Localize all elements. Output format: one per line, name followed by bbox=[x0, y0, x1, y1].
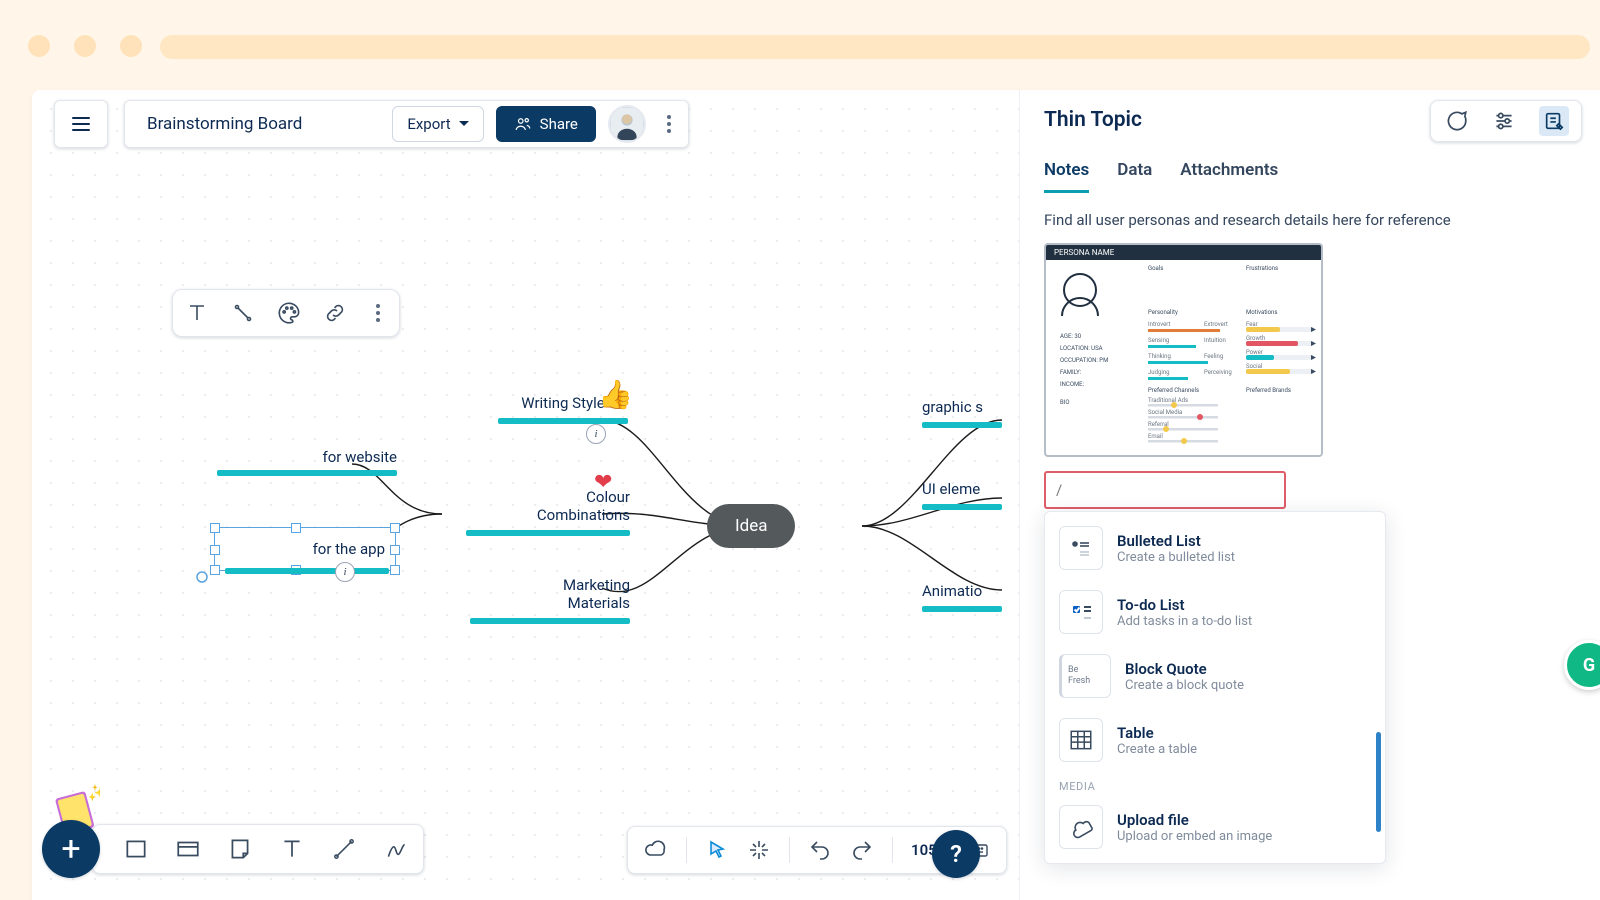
people-icon bbox=[514, 115, 532, 133]
filters-icon[interactable] bbox=[1491, 108, 1517, 134]
card-shape-icon[interactable] bbox=[175, 836, 201, 862]
svg-text:Sensing: Sensing bbox=[1148, 337, 1169, 344]
block-type-menu: Bulleted ListCreate a bulleted list To-d… bbox=[1044, 511, 1386, 864]
rectangle-shape-icon[interactable] bbox=[123, 836, 149, 862]
svg-text:Email: Email bbox=[1148, 433, 1163, 440]
user-avatar[interactable] bbox=[608, 105, 646, 143]
details-panel: Thin Topic Notes Data Attachments Find a… bbox=[1019, 90, 1600, 900]
svg-text:Frustrations: Frustrations bbox=[1246, 265, 1278, 272]
svg-text:Personality: Personality bbox=[1148, 309, 1178, 316]
note-shape-icon[interactable] bbox=[227, 836, 253, 862]
redo-icon[interactable] bbox=[850, 838, 874, 862]
svg-text:Growth: Growth bbox=[1246, 335, 1265, 342]
svg-text:OCCUPATION: PM: OCCUPATION: PM bbox=[1060, 357, 1108, 364]
menu-item-todo-list[interactable]: To-do ListAdd tasks in a to-do list bbox=[1045, 580, 1385, 644]
svg-text:Introvert: Introvert bbox=[1148, 321, 1170, 328]
svg-text:Thinking: Thinking bbox=[1148, 353, 1171, 360]
branch-graphic[interactable]: graphic s bbox=[922, 398, 1022, 428]
tab-attachments[interactable]: Attachments bbox=[1180, 160, 1278, 193]
share-button[interactable]: Share bbox=[496, 106, 596, 142]
rotate-handle-icon[interactable] bbox=[195, 570, 209, 584]
bulleted-list-icon bbox=[1059, 526, 1103, 570]
menu-item-bulleted-list[interactable]: Bulleted ListCreate a bulleted list bbox=[1045, 516, 1385, 580]
cloud-sync-icon[interactable] bbox=[644, 838, 668, 862]
svg-text:Preferred Channels: Preferred Channels bbox=[1148, 387, 1199, 394]
main-menu-button[interactable] bbox=[54, 100, 108, 148]
comments-icon[interactable] bbox=[1443, 108, 1469, 134]
svg-text:✨: ✨ bbox=[88, 784, 100, 804]
svg-text:Preferred Brands: Preferred Brands bbox=[1246, 387, 1291, 394]
subbranch-website[interactable]: for website bbox=[217, 448, 397, 476]
tab-notes[interactable]: Notes bbox=[1044, 160, 1089, 193]
svg-text:INCOME:: INCOME: bbox=[1060, 381, 1085, 388]
svg-text:Social Media: Social Media bbox=[1148, 409, 1182, 416]
menu-section-media: MEDIA bbox=[1045, 772, 1385, 795]
upload-file-icon bbox=[1059, 805, 1103, 849]
branch-ui-elements[interactable]: UI eleme bbox=[922, 480, 1022, 510]
branch-animation[interactable]: Animatio bbox=[922, 582, 1022, 612]
browser-traffic-lights bbox=[28, 35, 142, 57]
svg-text:Traditional Ads: Traditional Ads bbox=[1148, 397, 1188, 404]
branch-colour-combinations[interactable]: Colour Combinations bbox=[466, 488, 630, 536]
svg-text:Goals: Goals bbox=[1148, 265, 1163, 272]
notes-panel-icon[interactable] bbox=[1539, 106, 1569, 136]
svg-text:Judging: Judging bbox=[1148, 369, 1170, 376]
tab-data[interactable]: Data bbox=[1117, 160, 1152, 193]
panel-tabs: Notes Data Attachments bbox=[1020, 160, 1600, 193]
subbranch-app-selected[interactable]: for the app i bbox=[214, 527, 396, 571]
menu-scrollbar[interactable] bbox=[1376, 732, 1381, 832]
board-title[interactable]: Brainstorming Board bbox=[147, 114, 302, 134]
svg-text:LOCATION: USA: LOCATION: USA bbox=[1060, 345, 1103, 352]
svg-text:Fear: Fear bbox=[1246, 321, 1258, 328]
pointer-tool-icon[interactable] bbox=[705, 838, 729, 862]
add-button[interactable]: + bbox=[42, 820, 100, 878]
svg-text:AGE: 30: AGE: 30 bbox=[1060, 333, 1082, 340]
menu-item-block-quote[interactable]: Be Fresh Block QuoteCreate a block quote bbox=[1045, 644, 1385, 708]
svg-text:Social: Social bbox=[1246, 363, 1262, 370]
pan-tool-icon[interactable] bbox=[747, 838, 771, 862]
toolbar-more-button[interactable] bbox=[658, 115, 680, 133]
slash-command-input[interactable]: / bbox=[1044, 471, 1286, 509]
chevron-down-icon bbox=[459, 121, 469, 127]
todo-list-icon bbox=[1059, 590, 1103, 634]
branch-marketing-materials[interactable]: Marketing Materials bbox=[470, 576, 630, 624]
svg-text:Feeling: Feeling bbox=[1204, 353, 1223, 360]
insert-toolbar: + bbox=[42, 824, 424, 874]
svg-text:Perceiving: Perceiving bbox=[1204, 369, 1232, 376]
help-button[interactable]: ? bbox=[932, 830, 980, 878]
text-shape-icon[interactable] bbox=[279, 836, 305, 862]
undo-icon[interactable] bbox=[808, 838, 832, 862]
svg-text:Extrovert: Extrovert bbox=[1204, 321, 1228, 328]
menu-item-table[interactable]: TableCreate a table bbox=[1045, 708, 1385, 772]
center-node[interactable]: Idea bbox=[707, 504, 795, 548]
svg-text:Motivations: Motivations bbox=[1246, 309, 1277, 316]
menu-item-upload-file[interactable]: Upload fileUpload or embed an image bbox=[1045, 795, 1385, 859]
line-tool-icon[interactable] bbox=[331, 836, 357, 862]
export-button[interactable]: Export bbox=[392, 106, 483, 142]
svg-text:Power: Power bbox=[1246, 349, 1263, 356]
thumbs-up-icon: 👍 bbox=[598, 378, 633, 411]
svg-text:BIO: BIO bbox=[1060, 399, 1070, 406]
svg-text:Intuition: Intuition bbox=[1204, 337, 1226, 344]
browser-url-bar[interactable] bbox=[160, 35, 1590, 59]
persona-card-thumbnail[interactable]: PERSONA NAME AGE: 30 LOCATION: USA OCCUP… bbox=[1044, 243, 1323, 457]
top-toolbar: Brainstorming Board Export Share bbox=[124, 100, 689, 148]
svg-text:FAMILY:: FAMILY: bbox=[1060, 369, 1082, 376]
freehand-tool-icon[interactable] bbox=[383, 836, 409, 862]
block-quote-icon: Be Fresh bbox=[1059, 654, 1111, 698]
table-icon bbox=[1059, 718, 1103, 762]
note-text: Find all user personas and research deta… bbox=[1044, 211, 1576, 229]
